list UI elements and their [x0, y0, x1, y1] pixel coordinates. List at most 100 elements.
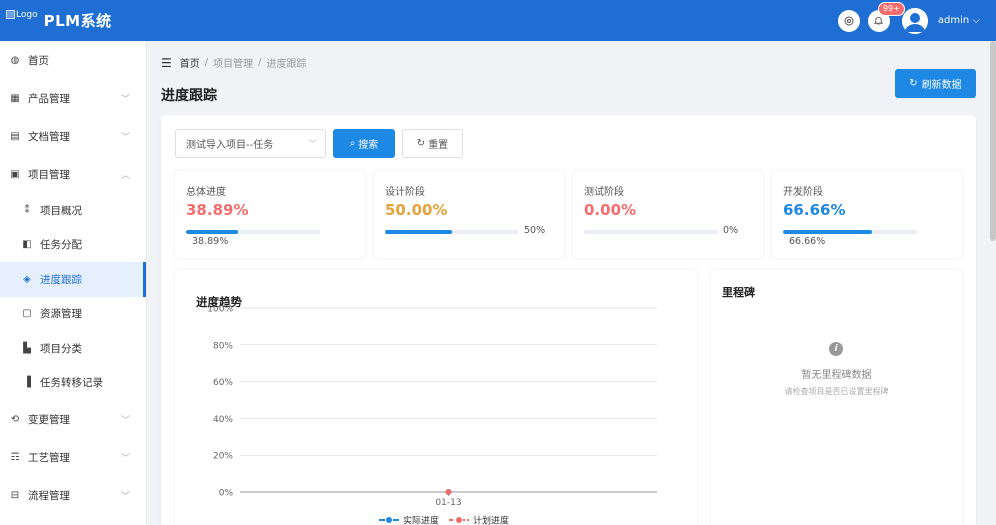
- document-icon: ▤: [10, 130, 20, 142]
- app-title: PLM系统: [43, 12, 112, 30]
- top-header: Logo PLM系统 99+ admin ⌵: [0, 0, 996, 41]
- stat-value: 38.89%: [186, 201, 249, 219]
- search-button[interactable]: ⌕ 搜索: [333, 129, 395, 158]
- notification-badge: 99+: [877, 1, 905, 16]
- gear-icon: [844, 16, 854, 25]
- sidebar-item-project-overview[interactable]: ⁑ 项目概况: [0, 193, 146, 228]
- chart-bar-icon: ▐: [23, 377, 31, 389]
- project-icon: ▣: [10, 168, 20, 180]
- sidebar-item-label: 进度跟踪: [40, 273, 82, 286]
- settings-button[interactable]: [837, 9, 860, 32]
- data-point: [445, 489, 452, 495]
- page-scrollbar[interactable]: [990, 41, 996, 241]
- breadcrumb-item[interactable]: 项目管理: [213, 55, 253, 70]
- search-label: 搜索: [358, 140, 379, 151]
- sidebar-item-label: 任务分配: [40, 239, 82, 252]
- menu-toggle-icon[interactable]: ☰: [161, 56, 172, 70]
- logo-area[interactable]: Logo PLM系统: [0, 10, 147, 31]
- reset-button[interactable]: ↻ 重置: [402, 129, 463, 158]
- legend-label: 计划进度: [473, 515, 509, 525]
- sidebar-item-progress-tracking[interactable]: ◈ 进度跟踪: [0, 262, 146, 297]
- sidebar-item-label: 资源管理: [40, 308, 82, 321]
- stat-card-development: 开发阶段 66.66% 66.66%: [772, 171, 962, 258]
- sidebar-item-label: 首页: [28, 54, 49, 67]
- stat-value: 66.66%: [783, 201, 846, 219]
- product-icon: ▦: [10, 92, 20, 104]
- y-tick-label: 100%: [207, 305, 233, 315]
- legend-marker: [385, 516, 393, 524]
- sidebar-item-label: 项目概况: [40, 204, 82, 217]
- sidebar-item-label: 项目管理: [28, 168, 70, 181]
- chevron-down-icon: ﹀: [120, 132, 130, 143]
- refresh-icon: ↻: [909, 78, 918, 89]
- breadcrumb-item: 进度跟踪: [266, 59, 307, 70]
- y-tick-label: 0%: [219, 489, 234, 499]
- progress-trend-card: 进度趋势 0% 20% 40% 60% 80% 100% 01-13 实际进度 计划进度: [175, 270, 697, 525]
- chevron-down-icon: ﹀: [120, 491, 130, 502]
- stat-value: 50.00%: [385, 201, 448, 219]
- stat-card-overall: 总体进度 38.89% 38.89%: [175, 171, 365, 258]
- sidebar-item-label: 项目分类: [40, 342, 82, 355]
- process-icon: ☶: [10, 451, 20, 463]
- sidebar-item-products[interactable]: ▦ 产品管理 ﹀: [0, 79, 146, 117]
- breadcrumb: ☰ 首页 / 项目管理 / 进度跟踪: [161, 55, 307, 71]
- breadcrumb-item[interactable]: 首页: [180, 55, 200, 70]
- chevron-down-icon: ⌵: [972, 15, 980, 26]
- resource-icon: ▢: [22, 308, 32, 320]
- stat-label: 开发阶段: [783, 187, 823, 198]
- avatar[interactable]: [901, 7, 928, 34]
- chevron-down-icon: ﹀: [120, 94, 130, 105]
- y-tick-label: 60%: [213, 378, 233, 388]
- progress-bar: [186, 230, 320, 234]
- progress-bar-fill: [783, 230, 873, 234]
- sidebar-item-label: 变更管理: [28, 413, 70, 426]
- sidebar-item-workflow[interactable]: ⊟ 流程管理 ﹀: [0, 476, 146, 514]
- progress-bar: [783, 230, 917, 234]
- milestone-title: 里程碑: [722, 286, 755, 299]
- user-menu[interactable]: admin ⌵: [938, 15, 980, 26]
- progress-text: 0%: [723, 225, 739, 236]
- legend-marker: [455, 516, 463, 524]
- sidebar-item-resources[interactable]: ▢ 资源管理: [0, 297, 146, 332]
- sidebar-item-changes[interactable]: ⟲ 变更管理 ﹀: [0, 400, 146, 438]
- reset-label: 重置: [428, 140, 449, 151]
- main-content: ☰ 首页 / 项目管理 / 进度跟踪 进度跟踪 ↻ 刷新数据 测试导入项目--任…: [148, 41, 996, 525]
- sidebar-item-projects[interactable]: ▣ 项目管理 ︿: [0, 155, 146, 193]
- progress-text: 50%: [524, 225, 546, 236]
- progress-trend-chart: 0% 20% 40% 60% 80% 100% 01-13 实际进度 计划进度: [207, 305, 657, 525]
- sidebar-item-task-assign[interactable]: ◧ 任务分配: [0, 228, 146, 263]
- sidebar-item-label: 任务转移记录: [40, 377, 103, 390]
- bell-icon: [874, 16, 884, 25]
- breadcrumb-separator: /: [204, 57, 209, 68]
- milestone-empty-text: 暂无里程碑数据: [801, 370, 872, 381]
- stat-card-design: 设计阶段 50.00% 50%: [374, 171, 564, 258]
- milestone-card: 里程碑 i 暂无里程碑数据 请检查项目是否已设置里程碑: [711, 270, 962, 525]
- progress-bar: [584, 230, 718, 234]
- sidebar-item-home[interactable]: ◍ 首页: [0, 41, 146, 79]
- overview-icon: ⁑: [24, 204, 30, 216]
- breadcrumb-separator: /: [258, 57, 262, 68]
- chevron-down-icon: ﹀: [120, 453, 130, 464]
- logo-icon: Logo: [6, 10, 38, 20]
- y-tick-label: 20%: [213, 452, 233, 462]
- chevron-up-icon: ︿: [120, 170, 130, 181]
- change-icon: ⟲: [10, 413, 20, 425]
- category-icon: ▙: [23, 342, 31, 354]
- chevron-down-icon: ﹀: [120, 415, 130, 426]
- progress-bar-fill: [186, 230, 239, 234]
- refresh-button[interactable]: ↻ 刷新数据: [895, 69, 976, 98]
- sidebar-item-label: 产品管理: [28, 92, 70, 105]
- sidebar-item-process[interactable]: ☶ 工艺管理 ﹀: [0, 438, 146, 476]
- sidebar-item-categories[interactable]: ▙ 项目分类: [0, 331, 146, 366]
- progress-text: 38.89%: [192, 236, 229, 247]
- project-select[interactable]: 测试导入项目--任务 ﹀: [175, 129, 326, 158]
- content-card: 测试导入项目--任务 ﹀ ⌕ 搜索 ↻ 重置 总体进度 38.89% 38.89…: [161, 115, 976, 525]
- sidebar-item-task-transfer[interactable]: ▐ 任务转移记录: [0, 366, 146, 401]
- stat-label: 总体进度: [186, 187, 226, 198]
- sidebar-item-documents[interactable]: ▤ 文档管理 ﹀: [0, 117, 146, 155]
- search-icon: ⌕: [349, 138, 356, 149]
- notification-button[interactable]: 99+: [867, 1, 905, 32]
- stat-label: 设计阶段: [385, 187, 425, 198]
- y-tick-label: 40%: [213, 415, 233, 425]
- progress-text: 66.66%: [789, 236, 826, 247]
